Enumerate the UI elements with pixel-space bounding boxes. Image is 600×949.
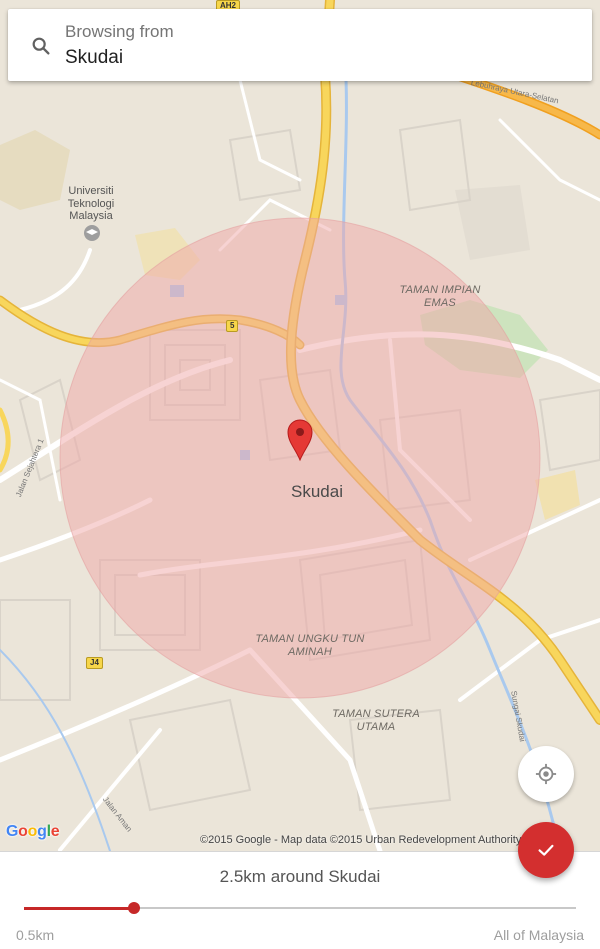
- radius-slider-thumb[interactable]: [128, 902, 141, 914]
- map-attribution: ©2015 Google - Map data ©2015 Urban Rede…: [200, 834, 563, 846]
- map-label-skudai: Skudai: [291, 482, 343, 501]
- radius-min-label: 0.5km: [16, 927, 55, 943]
- my-location-button[interactable]: [518, 746, 574, 802]
- map-label-taman-impian-emas: TAMAN IMPIAN EMAS: [399, 284, 481, 309]
- university-icon: [84, 225, 100, 241]
- road-shield-j4: J4: [86, 657, 103, 669]
- search-location-value[interactable]: Skudai: [65, 47, 123, 69]
- map-label-university: Universiti Teknologi Malaysia: [67, 185, 115, 223]
- google-logo: Google: [6, 823, 60, 840]
- search-bar[interactable]: Browsing from Skudai: [8, 9, 592, 81]
- radius-summary: 2.5km around Skudai: [219, 867, 381, 886]
- confirm-button[interactable]: [518, 822, 574, 878]
- map-canvas[interactable]: [0, 0, 600, 851]
- my-location-icon: [535, 763, 557, 785]
- search-icon: [30, 35, 52, 57]
- check-icon: [538, 844, 554, 856]
- map-view[interactable]: Skudai Universiti Teknologi Malaysia TAM…: [0, 0, 600, 851]
- radius-max-label: All of Malaysia: [493, 927, 584, 943]
- radius-panel: 2.5km around Skudai 0.5km All of Malaysi…: [0, 851, 600, 949]
- map-label-taman-ungku: TAMAN UNGKU TUN AMINAH: [255, 633, 365, 658]
- search-label: Browsing from: [65, 22, 174, 41]
- radius-slider-fill: [24, 906, 135, 910]
- road-shield-5: 5: [226, 320, 239, 332]
- radius-slider[interactable]: [24, 902, 576, 914]
- map-label-taman-sutera: TAMAN SUTERA UTAMA: [332, 708, 420, 733]
